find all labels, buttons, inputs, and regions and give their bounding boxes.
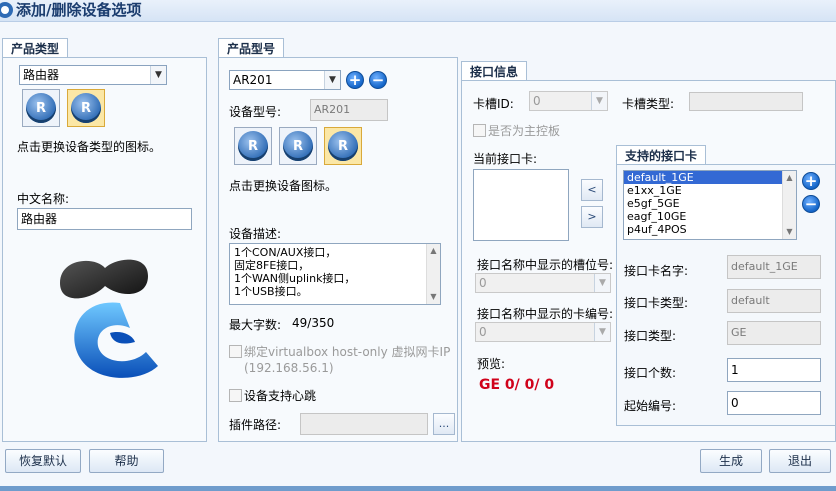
if-type-label: 接口类型: [624,329,677,343]
card-name-label: 接口卡名字: [624,264,689,278]
plugin-path-field[interactable] [300,413,428,435]
desc-label: 设备描述: [229,227,282,241]
heartbeat-label: 设备支持心跳 [244,389,317,403]
if-count-field[interactable]: 1 [727,358,821,382]
card-type-label: 接口卡类型: [624,296,689,310]
device-icon-1[interactable]: R [234,127,272,165]
current-card-list[interactable] [473,169,569,241]
browse-button[interactable]: ... [433,413,455,435]
desc-textarea[interactable]: 1个CON/AUX接口， 固定8FE接口， 1个WAN侧uplink接口， 1个… [229,243,441,305]
ensp-logo-icon [60,259,158,378]
move-left-button[interactable]: < [581,179,603,201]
chevron-down-icon: ▼ [594,274,610,292]
chevron-down-icon: ▼ [150,66,166,84]
restore-default-button[interactable]: 恢复默认 [5,449,81,473]
preview-value: GE 0/ 0/ 0 [479,377,555,393]
device-icon-2[interactable]: R [279,127,317,165]
desc-scrollbar[interactable]: ▲ ▼ [426,244,440,304]
list-item[interactable]: default_1GE [624,171,796,184]
card-num-value: 0 [479,325,487,339]
supported-card-list[interactable]: default_1GE e1xx_1GE e5gf_5GE eagf_10GE … [623,170,797,240]
add-model-button[interactable]: + [346,71,364,89]
heartbeat-checkbox[interactable] [229,389,242,402]
model-label: 设备型号: [229,105,282,119]
scroll-down-icon[interactable]: ▼ [427,290,440,304]
router-icon: R [283,131,313,161]
router-icon: R [26,93,56,123]
remove-model-button[interactable]: − [369,71,387,89]
start-num-field[interactable]: 0 [727,391,821,415]
title-bar: 添加/删除设备选项 [0,0,836,22]
product-type-select[interactable]: 路由器 ▼ [19,65,167,85]
cn-name-label: 中文名称: [17,192,70,206]
slot-id-label: 卡槽ID: [473,97,514,111]
max-chars-value: 49/350 [292,316,335,330]
chevron-down-icon: ▼ [591,92,607,110]
slot-id-value: 0 [533,94,541,108]
add-card-button[interactable]: + [802,172,820,190]
is-main-checkbox[interactable] [473,124,486,137]
move-right-button[interactable]: > [581,206,603,228]
chevron-down-icon: ▼ [324,71,340,89]
scroll-down-icon[interactable]: ▼ [783,225,796,239]
product-type-hint: 点击更换设备类型的图标。 [17,140,162,154]
tab-product-model[interactable]: 产品型号 [218,38,285,58]
slot-num-label: 接口名称中显示的槽位号: [477,258,614,272]
slot-num-value: 0 [479,276,487,290]
card-num-label: 接口名称中显示的卡编号: [477,307,614,321]
model-field: AR201 [310,99,388,121]
slot-id-select[interactable]: 0 ▼ [529,91,608,111]
card-num-select[interactable]: 0 ▼ [475,322,611,342]
max-chars-label: 最大字数: [229,318,282,332]
desc-line: 固定8FE接口， [234,259,310,272]
tab-interface-info[interactable]: 接口信息 [461,61,528,81]
router-icon: R [238,131,268,161]
window-bottom-border [0,486,836,491]
product-model-select[interactable]: AR201 ▼ [229,70,341,90]
device-icon-3[interactable]: R [324,127,362,165]
bind-vbox-label: 绑定virtualbox host-only 虚拟网卡IP [244,345,451,359]
if-type-field: GE [727,321,821,345]
list-item[interactable]: e5gf_5GE [624,197,796,210]
device-icon-hint: 点击更换设备图标。 [229,179,338,193]
help-button[interactable]: 帮助 [89,449,164,473]
product-model-select-value: AR201 [233,73,273,87]
router-type-icon-2[interactable]: R [67,89,105,127]
plugin-path-label: 插件路径: [229,418,282,432]
desc-line: 1个CON/AUX接口， [234,246,337,259]
app-icon [0,2,13,18]
list-item[interactable]: p4uf_4POS [624,223,796,236]
desc-line: 1个USB接口。 [234,285,308,298]
slot-type-label: 卡槽类型: [622,97,675,111]
cn-name-field[interactable]: 路由器 [17,208,192,230]
card-list-scrollbar[interactable]: ▲ ▼ [782,171,796,239]
tab-product-type[interactable]: 产品类型 [2,38,69,58]
list-item[interactable]: eagf_10GE [624,210,796,223]
card-name-field: default_1GE [727,255,821,279]
bind-vbox-ip: (192.168.56.1) [244,361,334,375]
window-title: 添加/删除设备选项 [16,1,142,19]
router-icon: R [328,131,358,161]
slot-type-field [689,92,803,111]
start-num-label: 起始编号: [624,399,677,413]
generate-button[interactable]: 生成 [700,449,762,473]
bind-vbox-checkbox[interactable] [229,345,242,358]
list-item[interactable]: e1xx_1GE [624,184,796,197]
exit-button[interactable]: 退出 [769,449,831,473]
tab-supported-cards[interactable]: 支持的接口卡 [616,145,707,165]
is-main-label: 是否为主控板 [488,124,561,138]
slot-num-select[interactable]: 0 ▼ [475,273,611,293]
scroll-up-icon[interactable]: ▲ [427,244,440,258]
router-icon: R [71,93,101,123]
chevron-down-icon: ▼ [594,323,610,341]
scroll-up-icon[interactable]: ▲ [783,171,796,185]
preview-label: 预览: [477,357,506,371]
card-type-field: default [727,289,821,313]
product-type-select-value: 路由器 [23,68,60,82]
router-type-icon-1[interactable]: R [22,89,60,127]
if-count-label: 接口个数: [624,366,677,380]
current-card-label: 当前接口卡: [473,152,538,166]
desc-line: 1个WAN侧uplink接口， [234,272,356,285]
remove-card-button[interactable]: − [802,195,820,213]
